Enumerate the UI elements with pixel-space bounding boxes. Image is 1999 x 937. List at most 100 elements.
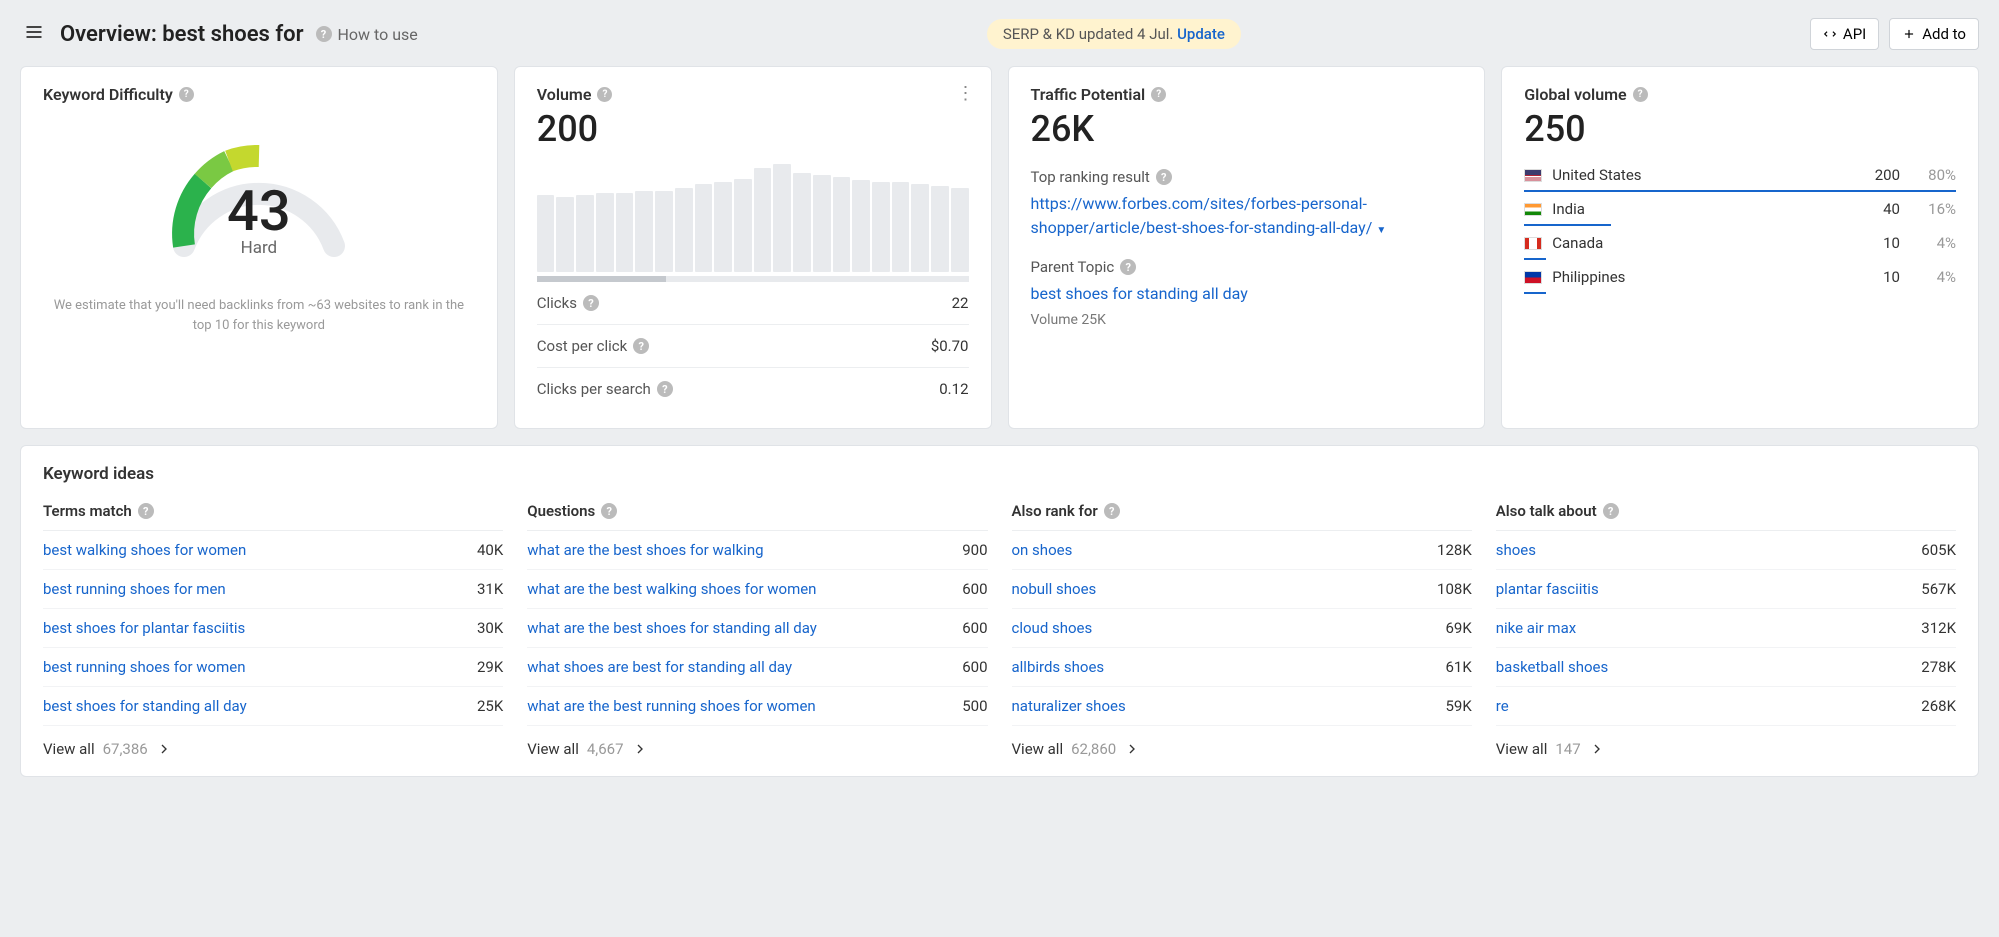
dropdown-icon[interactable]: ▼	[1376, 225, 1386, 236]
page-title: Overview: best shoes for	[60, 22, 304, 47]
idea-link[interactable]: best running shoes for men	[43, 580, 226, 598]
idea-col: Also talk about ?shoes605Kplantar fascii…	[1496, 502, 1956, 758]
volume-bar	[754, 168, 772, 273]
question-icon: ?	[316, 26, 332, 42]
question-icon[interactable]: ?	[1120, 259, 1136, 275]
question-icon[interactable]: ?	[1156, 169, 1172, 185]
idea-link[interactable]: best walking shoes for women	[43, 541, 246, 559]
volume-bar	[596, 193, 614, 272]
parent-topic-label: Parent Topic?	[1031, 258, 1463, 276]
volume-bar	[675, 188, 693, 272]
volume-bar	[537, 195, 555, 272]
global-row[interactable]: Philippines104%	[1524, 260, 1956, 294]
idea-row: shoes605K	[1496, 531, 1956, 570]
global-row[interactable]: India4016%	[1524, 192, 1956, 226]
idea-link[interactable]: re	[1496, 697, 1509, 715]
question-icon[interactable]: ?	[179, 87, 194, 102]
view-all-link[interactable]: View all 62,860	[1012, 726, 1472, 758]
idea-row: allbirds shoes61K	[1012, 648, 1472, 687]
idea-row: nobull shoes108K	[1012, 570, 1472, 609]
flag-icon	[1524, 237, 1542, 250]
kd-value: 43	[154, 178, 364, 244]
question-icon[interactable]: ?	[1104, 503, 1120, 519]
volume-bar	[734, 179, 752, 273]
idea-row: best shoes for plantar fasciitis30K	[43, 609, 503, 648]
volume-bar	[556, 197, 574, 272]
volume-bar	[833, 177, 851, 272]
traffic-card: Traffic Potential? 26K Top ranking resul…	[1008, 66, 1486, 429]
top-ranking-url[interactable]: https://www.forbes.com/sites/forbes-pers…	[1031, 194, 1373, 237]
volume-bar	[872, 182, 890, 272]
question-icon[interactable]: ?	[1151, 87, 1166, 102]
question-icon[interactable]: ?	[657, 381, 673, 397]
more-icon[interactable]: ⋮	[957, 83, 975, 104]
idea-link[interactable]: best shoes for standing all day	[43, 697, 247, 715]
topbar-right: API Add to	[1810, 18, 1979, 50]
idea-link[interactable]: on shoes	[1012, 541, 1073, 559]
api-label: API	[1843, 25, 1866, 43]
traffic-title: Traffic Potential?	[1031, 85, 1463, 104]
global-rows: United States20080%India4016%Canada104%P…	[1524, 158, 1956, 294]
kd-gauge: 43 Hard	[43, 116, 475, 256]
parent-topic-link[interactable]: best shoes for standing all day	[1031, 284, 1248, 303]
idea-link[interactable]: what are the best shoes for standing all…	[527, 619, 817, 637]
idea-link[interactable]: nobull shoes	[1012, 580, 1097, 598]
idea-link[interactable]: best shoes for plantar fasciitis	[43, 619, 245, 637]
chevron-right-icon	[1124, 741, 1140, 757]
question-icon[interactable]: ?	[597, 87, 612, 102]
idea-link[interactable]: cloud shoes	[1012, 619, 1093, 637]
idea-link[interactable]: what are the best shoes for walking	[527, 541, 763, 559]
top-ranking-label: Top ranking result?	[1031, 168, 1463, 186]
idea-row: nike air max312K	[1496, 609, 1956, 648]
idea-row: cloud shoes69K	[1012, 609, 1472, 648]
menu-icon[interactable]	[20, 18, 48, 50]
question-icon[interactable]: ?	[138, 503, 154, 519]
view-all-link[interactable]: View all 4,667	[527, 726, 987, 758]
idea-col: Questions ?what are the best shoes for w…	[527, 502, 987, 758]
volume-title: Volume?	[537, 85, 969, 104]
volume-bar	[773, 164, 791, 272]
idea-link[interactable]: naturalizer shoes	[1012, 697, 1126, 715]
idea-row: basketball shoes278K	[1496, 648, 1956, 687]
view-all-link[interactable]: View all 67,386	[43, 726, 503, 758]
idea-link[interactable]: basketball shoes	[1496, 658, 1609, 676]
idea-link[interactable]: what are the best walking shoes for wome…	[527, 580, 816, 598]
kd-title: Keyword Difficulty?	[43, 85, 475, 104]
volume-bar	[714, 182, 732, 272]
question-icon[interactable]: ?	[1633, 87, 1648, 102]
question-icon[interactable]: ?	[633, 338, 649, 354]
view-all-link[interactable]: View all 147	[1496, 726, 1956, 758]
update-link[interactable]: Update	[1177, 25, 1225, 43]
idea-link[interactable]: what shoes are best for standing all day	[527, 658, 792, 676]
volume-bar	[852, 180, 870, 272]
question-icon[interactable]: ?	[1603, 503, 1619, 519]
idea-link[interactable]: nike air max	[1496, 619, 1576, 637]
update-text: SERP & KD updated 4 Jul.	[1003, 25, 1177, 43]
idea-col-title: Also rank for ?	[1012, 502, 1472, 531]
global-row[interactable]: Canada104%	[1524, 226, 1956, 260]
idea-link[interactable]: what are the best running shoes for wome…	[527, 697, 815, 715]
idea-link[interactable]: best running shoes for women	[43, 658, 246, 676]
idea-col: Also rank for ?on shoes128Knobull shoes1…	[1012, 502, 1472, 758]
question-icon[interactable]: ?	[583, 295, 599, 311]
idea-link[interactable]: shoes	[1496, 541, 1536, 559]
idea-link[interactable]: allbirds shoes	[1012, 658, 1105, 676]
question-icon[interactable]: ?	[601, 503, 617, 519]
volume-bar	[911, 184, 929, 272]
parent-topic-volume: Volume 25K	[1031, 312, 1463, 328]
global-row[interactable]: United States20080%	[1524, 158, 1956, 192]
idea-row: what shoes are best for standing all day…	[527, 648, 987, 687]
volume-scrollbar[interactable]	[537, 276, 969, 282]
idea-link[interactable]: plantar fasciitis	[1496, 580, 1599, 598]
flag-icon	[1524, 169, 1542, 182]
volume-chart	[537, 162, 969, 272]
how-to-use[interactable]: ?How to use	[316, 25, 418, 44]
addto-button[interactable]: Add to	[1889, 18, 1979, 50]
ideas-title: Keyword ideas	[43, 464, 1956, 484]
api-button[interactable]: API	[1810, 18, 1879, 50]
update-pill: SERP & KD updated 4 Jul. Update	[987, 19, 1241, 49]
flag-icon	[1524, 271, 1542, 284]
ideas-card: Keyword ideas Terms match ?best walking …	[20, 445, 1979, 777]
volume-value: 200	[537, 108, 969, 150]
global-card: Global volume? 250 United States20080%In…	[1501, 66, 1979, 429]
